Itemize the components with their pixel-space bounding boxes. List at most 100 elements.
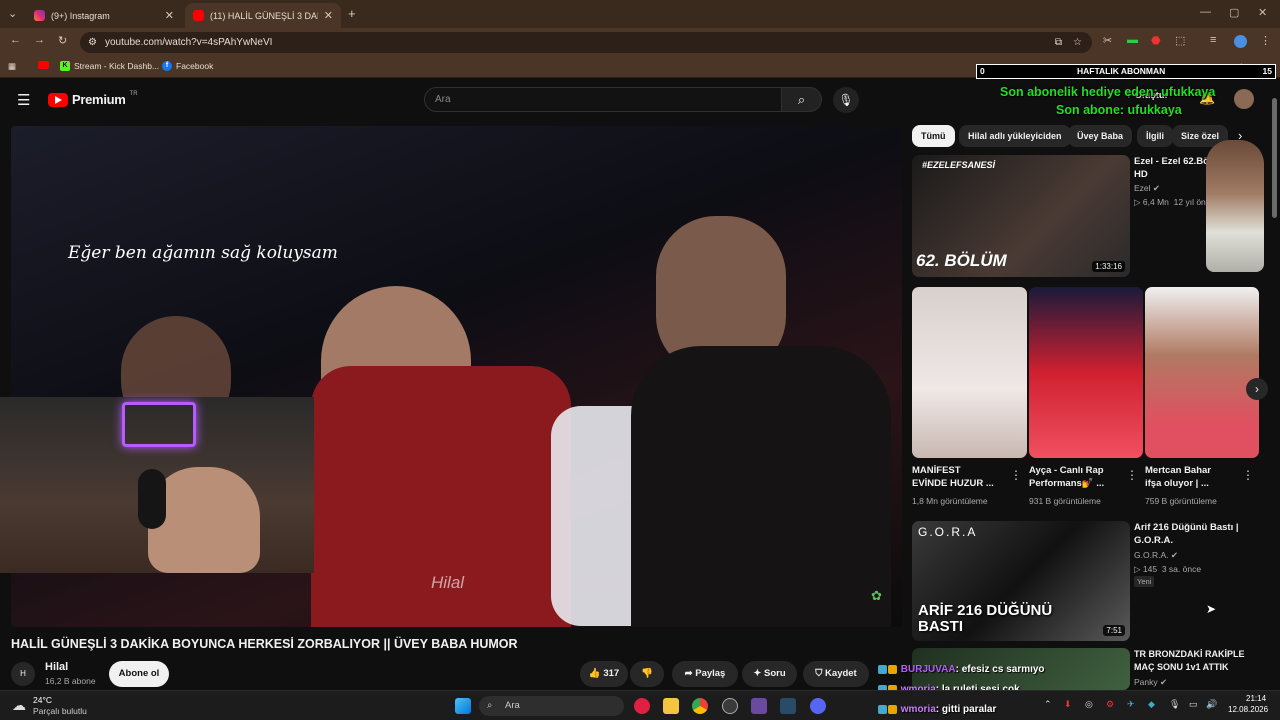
ask-button[interactable]: ✦ Soru	[742, 661, 797, 687]
extension-icon[interactable]: ▬	[1127, 34, 1138, 46]
extension-icon[interactable]: ✂	[1103, 34, 1112, 47]
shorts-next-button[interactable]: ›	[1246, 378, 1268, 400]
adblock-icon[interactable]: ⬣	[1151, 34, 1161, 47]
app-icon[interactable]	[634, 698, 650, 714]
verified-icon: ✔	[1152, 183, 1161, 193]
minimize-icon[interactable]: —	[1200, 6, 1211, 18]
page-scrollbar[interactable]	[1271, 88, 1278, 690]
short-thumbnail[interactable]	[1029, 287, 1143, 458]
tab-instagram[interactable]: (9+) Instagram ✕	[26, 3, 182, 28]
star-icon[interactable]: ☆	[1073, 32, 1082, 53]
back-icon[interactable]: ←	[10, 34, 21, 46]
tray-icon[interactable]: ⚙	[1106, 699, 1114, 710]
short-thumbnail[interactable]	[1145, 287, 1259, 458]
reload-icon[interactable]: ↻	[58, 34, 67, 47]
taskbar-search-label: Ara	[505, 700, 520, 711]
volume-icon[interactable]: 🔊	[1206, 699, 1217, 710]
windows-start-icon[interactable]	[455, 698, 471, 714]
tray-icon[interactable]: ✈	[1127, 699, 1135, 710]
channel-avatar[interactable]: H	[11, 662, 35, 686]
channel-name[interactable]: Hilal	[45, 661, 68, 673]
maximize-icon[interactable]: ▢	[1229, 6, 1239, 19]
chip-uvey-baba[interactable]: Üvey Baba	[1068, 125, 1133, 147]
search-input[interactable]: Ara	[424, 87, 782, 112]
install-icon[interactable]: ⧉	[1055, 32, 1062, 53]
puzzle-icon[interactable]: ⬚	[1175, 34, 1185, 47]
save-button[interactable]: ⛉ Kaydet	[803, 661, 869, 687]
tray-icon[interactable]: ◆	[1148, 699, 1155, 710]
forward-icon[interactable]: →	[34, 34, 45, 46]
recommended-channel[interactable]: Ezel ✔	[1134, 183, 1160, 194]
chrome-icon[interactable]	[692, 698, 708, 714]
voice-search-button[interactable]: 🎙	[833, 87, 859, 113]
age-label: 3 sa. önce	[1161, 564, 1202, 574]
close-tab-icon[interactable]: ✕	[165, 9, 174, 22]
short-title[interactable]: Ayça - Canlı Rap Performans💅 ...	[1029, 464, 1104, 490]
video-watermark: Hilal	[431, 573, 465, 592]
taskbar-search[interactable]: ⌕ Ara	[479, 696, 624, 716]
weather-icon[interactable]: ☁	[12, 697, 26, 714]
bookmark-youtube[interactable]	[38, 61, 49, 69]
tray-chevron-icon[interactable]: ⌃	[1044, 699, 1052, 710]
menu-icon[interactable]: ⋮	[1260, 34, 1271, 47]
more-options-icon[interactable]: ⋮	[1010, 468, 1022, 482]
apps-icon[interactable]: ▦	[8, 61, 16, 72]
recommended-thumbnail[interactable]: G.O.R.A ARİF 216 DÜĞÜNÜ BASTI 7:51	[912, 521, 1130, 641]
subscribe-button[interactable]: Abone ol	[109, 661, 169, 687]
close-window-icon[interactable]: ✕	[1258, 6, 1267, 19]
clock-date[interactable]: 12.08.2026	[1228, 705, 1268, 714]
chip-related[interactable]: İlgili	[1137, 125, 1173, 147]
recommended-title[interactable]: Arif 216 Düğünü Bastı | G.O.R.A.	[1134, 521, 1239, 547]
account-avatar[interactable]	[1234, 89, 1254, 109]
obs-icon[interactable]	[751, 698, 767, 714]
search-button[interactable]: ⌕	[781, 87, 822, 112]
browser-toolbar: ← → ↻ ⚙ youtube.com/watch?v=4sPAhYwNeVI …	[0, 28, 1280, 56]
tray-icon[interactable]: ⬇	[1064, 699, 1072, 710]
thumb-tag: #EZELEFSANESİ	[922, 160, 996, 170]
hamburger-menu-icon[interactable]: ☰	[17, 91, 30, 109]
clock-time[interactable]: 21:14	[1246, 694, 1266, 703]
address-bar[interactable]: ⚙ youtube.com/watch?v=4sPAhYwNeVI ⧉ ☆	[80, 32, 1092, 53]
weather-desc[interactable]: Parçalı bulutlu	[33, 706, 87, 716]
dislike-button[interactable]: 👎	[630, 661, 664, 687]
like-button[interactable]: 👍 317	[580, 661, 628, 687]
site-info-icon[interactable]: ⚙	[88, 32, 97, 53]
weekly-label: HAFTALIK ABONMAN	[1077, 66, 1166, 76]
tray-icon[interactable]: ◎	[1085, 699, 1093, 710]
youtube-icon	[38, 61, 49, 69]
file-explorer-icon[interactable]	[663, 698, 679, 714]
share-button[interactable]: ➦ Paylaş	[672, 661, 738, 687]
tab-youtube[interactable]: (11) HALİL GÜNEŞLİ 3 DAKİKA B ✕	[185, 3, 341, 28]
neon-sign	[122, 402, 196, 447]
plus-icon[interactable]: +	[348, 6, 356, 21]
weather-temp[interactable]: 24°C	[33, 695, 52, 705]
recommended-channel[interactable]: Panky ✔	[1134, 677, 1167, 688]
short-title[interactable]: MANİFEST EVİNDE HUZUR ...	[912, 464, 994, 490]
more-options-icon[interactable]: ⋮	[1126, 468, 1138, 482]
short-title[interactable]: Mertcan Bahar ifşa oluyor | ...	[1145, 464, 1211, 490]
more-options-icon[interactable]: ⋮	[1242, 468, 1254, 482]
short-thumbnail[interactable]	[912, 287, 1027, 458]
chip-all[interactable]: Tümü	[912, 125, 955, 147]
scrollbar-thumb[interactable]	[1272, 98, 1277, 218]
short-views: 759 B görüntüleme	[1145, 496, 1217, 506]
close-tab-icon[interactable]: ✕	[324, 9, 333, 22]
profile-avatar[interactable]	[1234, 35, 1247, 48]
youtube-logo[interactable]: Premium TR	[48, 91, 138, 107]
app-icon[interactable]	[722, 698, 738, 714]
search-icon: ⌕	[797, 92, 806, 107]
bookmark-kick[interactable]: K Stream - Kick Dashb...	[60, 61, 159, 71]
media-icon[interactable]: ≡	[1210, 34, 1216, 46]
weekly-sub-goal: 0 HAFTALIK ABONMAN 15	[976, 64, 1276, 79]
recommended-title[interactable]: TR BRONZDAKİ RAKİPLE MAÇ SONU 1v1 ATTIK	[1134, 648, 1245, 674]
recommended-thumbnail[interactable]: #EZELEFSANESİ 62. BÖLÜM 1:33:16	[912, 155, 1130, 277]
chip-uploader[interactable]: Hilal adlı yükleyiciden	[959, 125, 1071, 147]
app-icon[interactable]	[780, 698, 796, 714]
network-icon[interactable]: ▭	[1189, 699, 1198, 710]
recommended-channel[interactable]: G.O.R.A. ✔	[1134, 550, 1178, 561]
logo-text: Premium	[72, 92, 126, 107]
mic-icon[interactable]: 🎙	[1169, 699, 1180, 710]
tab-search-icon[interactable]: ⌄	[8, 7, 17, 20]
discord-icon[interactable]	[810, 698, 826, 714]
bookmark-facebook[interactable]: f Facebook	[162, 61, 213, 71]
